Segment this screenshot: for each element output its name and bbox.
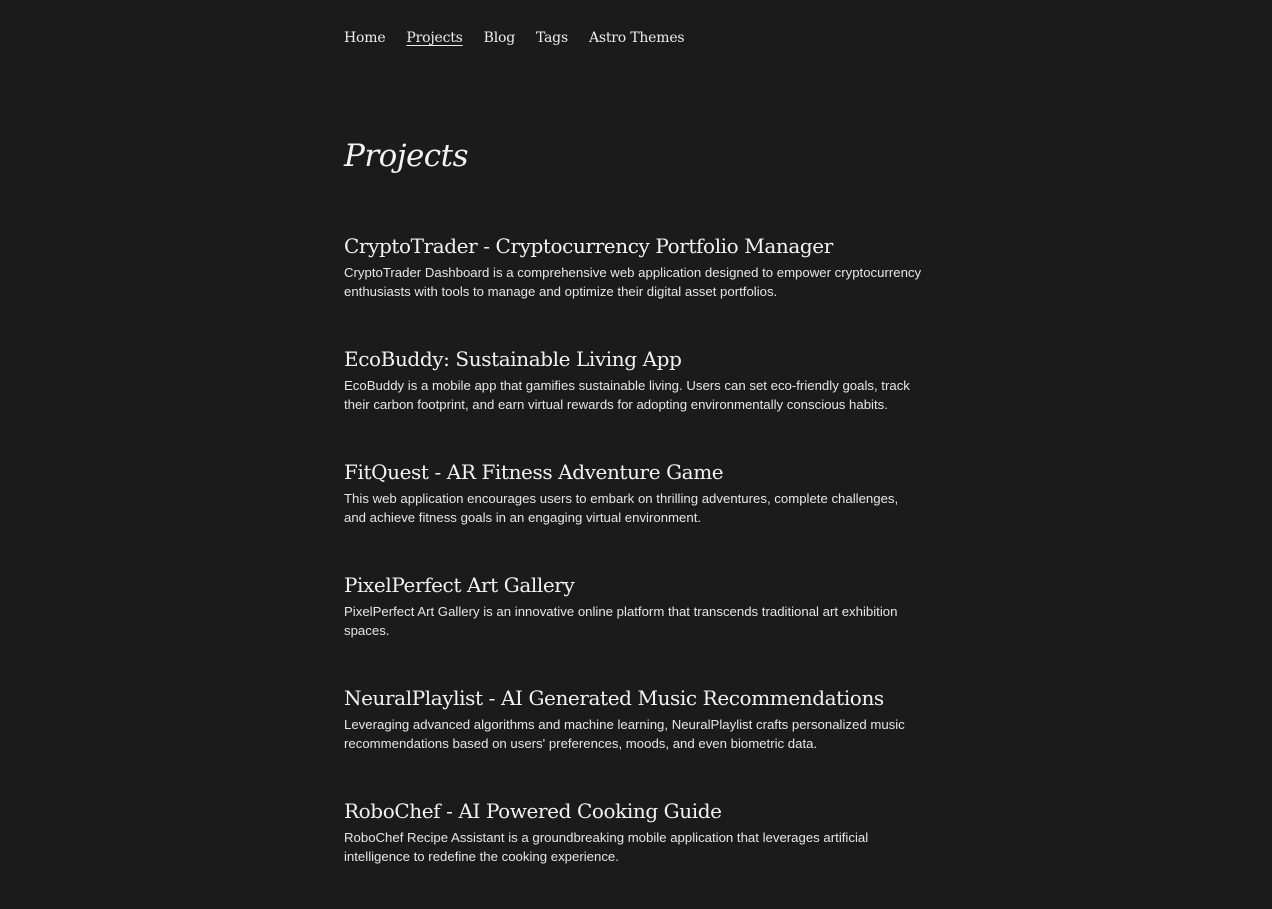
project-item-neuralplaylist: NeuralPlaylist - AI Generated Music Reco… [344, 684, 929, 797]
project-item-pixelperfect: PixelPerfect Art Gallery PixelPerfect Ar… [344, 571, 929, 684]
project-description: CryptoTrader Dashboard is a comprehensiv… [344, 265, 922, 299]
project-item-robochef: RoboChef - AI Powered Cooking Guide Robo… [344, 797, 929, 909]
project-description: EcoBuddy is a mobile app that gamifies s… [344, 378, 910, 412]
project-title-link[interactable]: FitQuest - AR Fitness Adventure Game [344, 458, 929, 487]
nav-projects[interactable]: Projects [406, 30, 462, 46]
project-description: This web application encourages users to… [344, 491, 899, 525]
project-item-fitquest: FitQuest - AR Fitness Adventure Game Thi… [344, 458, 929, 571]
project-title-link[interactable]: CryptoTrader - Cryptocurrency Portfolio … [344, 232, 929, 261]
project-title-link[interactable]: EcoBuddy: Sustainable Living App [344, 345, 929, 374]
project-description: Leveraging advanced algorithms and machi… [344, 717, 905, 751]
nav-home[interactable]: Home [344, 30, 386, 46]
project-item-cryptotrader: CryptoTrader - Cryptocurrency Portfolio … [344, 232, 929, 345]
page-title: Projects [344, 138, 469, 174]
project-list: CryptoTrader - Cryptocurrency Portfolio … [344, 232, 929, 909]
project-title-link[interactable]: RoboChef - AI Powered Cooking Guide [344, 797, 929, 826]
project-title-link[interactable]: PixelPerfect Art Gallery [344, 571, 929, 600]
project-description: RoboChef Recipe Assistant is a groundbre… [344, 830, 869, 864]
nav-tags[interactable]: Tags [536, 30, 568, 46]
nav-blog[interactable]: Blog [484, 30, 516, 46]
main-nav: Home Projects Blog Tags Astro Themes [344, 30, 685, 46]
project-item-ecobuddy: EcoBuddy: Sustainable Living App EcoBudd… [344, 345, 929, 458]
project-description: PixelPerfect Art Gallery is an innovativ… [344, 604, 898, 638]
project-title-link[interactable]: NeuralPlaylist - AI Generated Music Reco… [344, 684, 929, 713]
nav-astro-themes[interactable]: Astro Themes [589, 30, 685, 46]
